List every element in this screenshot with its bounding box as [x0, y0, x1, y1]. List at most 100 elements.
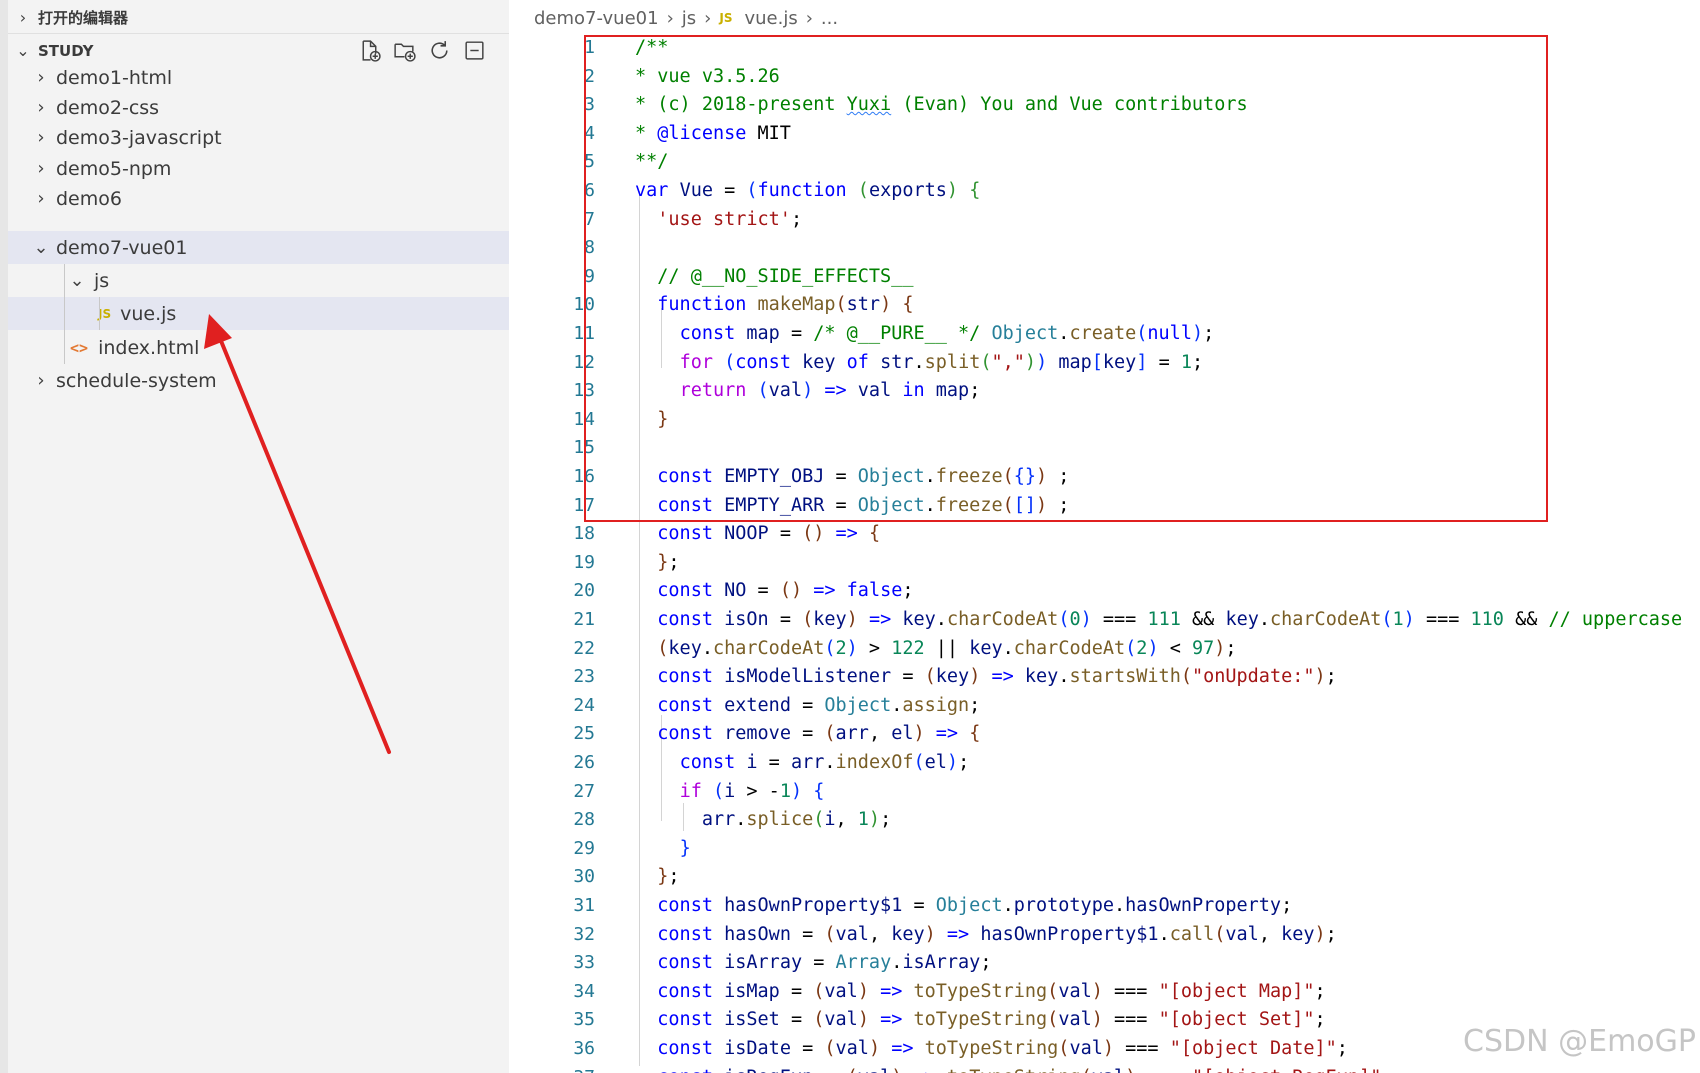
code-line: (key.charCodeAt(2) > 122 || key.charCode…	[657, 637, 1237, 659]
code-line: arr.splice(i, 1);	[701, 809, 892, 831]
line-number: 33	[573, 952, 595, 974]
code-line: return (val) => val in map;	[679, 380, 981, 402]
open-editors-section-header[interactable]: › 打开的编辑器	[8, 1, 509, 34]
chevron-down-icon: ⌄	[69, 270, 85, 291]
code-line: * @license MIT	[635, 122, 791, 144]
chevron-down-icon: ⌄	[33, 237, 49, 258]
line-number: 10	[573, 294, 595, 316]
js-file-icon: JS	[719, 11, 733, 25]
code-line: 'use strict';	[657, 208, 803, 230]
line-number: 9	[584, 265, 595, 287]
chevron-right-icon: ›	[37, 67, 45, 88]
line-number: 3	[584, 94, 595, 116]
indent-guide	[99, 297, 100, 330]
line-number: 19	[573, 551, 595, 573]
tree-file-vue-js[interactable]: JS vue.js	[8, 297, 509, 330]
tree-item-label: demo1-html	[56, 66, 173, 89]
chevron-right-icon: ›	[37, 97, 45, 118]
code-line: **/	[635, 151, 669, 173]
breadcrumb-ellipsis[interactable]: ...	[821, 8, 838, 29]
line-number: 1	[584, 37, 595, 58]
code-line: };	[657, 866, 680, 888]
chevron-right-icon: ›	[19, 7, 27, 27]
code-line: const NOOP = () => {	[657, 523, 881, 545]
workspace-label: STUDY	[38, 41, 94, 60]
code-line: const isArray = Array.isArray;	[657, 952, 992, 974]
line-number: 35	[573, 1009, 595, 1031]
line-number: 36	[573, 1038, 595, 1059]
tree-folder-demo2-css[interactable]: › demo2-css	[8, 91, 509, 124]
code-editor[interactable]: 1 2 3 4 5 6 7 8 9 10 11 12 13 14 15 16 17 18 19 20 21 22 23 24 2…	[509, 34, 1700, 1073]
tree-folder-demo5-npm[interactable]: › demo5-npm	[8, 152, 509, 185]
watermark: CSDN @EmoGP	[1463, 1024, 1696, 1059]
line-number: 20	[573, 580, 595, 602]
line-number: 11	[573, 323, 595, 344]
new-file-icon[interactable]	[357, 38, 382, 63]
code-line: }	[657, 408, 669, 430]
code-line: const extend = Object.assign;	[657, 694, 981, 716]
code-line: const remove = (arr, el) => {	[657, 723, 981, 745]
line-number: 7	[584, 208, 595, 230]
line-number: 32	[573, 923, 595, 945]
tree-folder-demo1-html[interactable]: › demo1-html	[8, 61, 509, 94]
line-number: 37	[509, 1064, 595, 1073]
breadcrumb-root[interactable]: demo7-vue01	[534, 8, 659, 29]
tree-folder-js[interactable]: ⌄ js	[8, 264, 509, 297]
line-number: 29	[573, 837, 595, 859]
explorer-sidebar: › 打开的编辑器 ⌄ STUDY › demo1-html › demo2-cs…	[0, 0, 509, 1073]
chevron-right-icon: ›	[37, 127, 45, 148]
line-number: 12	[573, 351, 595, 373]
line-number: 13	[573, 380, 595, 402]
line-number: 21	[573, 609, 595, 630]
collapse-all-icon[interactable]	[462, 38, 487, 63]
line-number: 18	[573, 523, 595, 545]
code-line: }	[679, 837, 691, 859]
line-number: 15	[573, 437, 595, 459]
line-number: 16	[573, 466, 595, 487]
line-number: 25	[573, 723, 595, 745]
line-number: 31	[573, 895, 595, 916]
code-line: // @__NO_SIDE_EFFECTS__	[657, 265, 914, 287]
html-file-icon: <>	[70, 338, 89, 357]
line-number: 23	[573, 666, 595, 688]
line-number: 26	[573, 752, 595, 773]
new-folder-icon[interactable]	[392, 38, 417, 63]
code-line: const EMPTY_OBJ = Object.freeze({}) ;	[657, 466, 1070, 487]
code-line: function makeMap(str) {	[657, 294, 914, 316]
chevron-right-icon: ›	[666, 7, 674, 29]
code-line: for (const key of str.split(",")) map[ke…	[679, 351, 1204, 373]
breadcrumb-folder[interactable]: js	[682, 8, 696, 29]
open-editors-label: 打开的编辑器	[38, 8, 129, 27]
code-line: const hasOwnProperty$1 = Object.prototyp…	[657, 895, 1293, 916]
line-number: 2	[584, 65, 595, 87]
code-line: /**	[635, 37, 669, 58]
tree-item-label: demo7-vue01	[56, 236, 188, 259]
line-number: 14	[573, 408, 595, 430]
code-line: const isRegExp = (val) => toTypeString(v…	[635, 1064, 1392, 1073]
tree-item-label: demo6	[56, 187, 122, 210]
line-number: 27	[573, 780, 595, 802]
code-line: const isSet = (val) => toTypeString(val)…	[657, 1009, 1326, 1031]
tree-folder-schedule-system[interactable]: › schedule-system	[8, 364, 509, 397]
line-number: 17	[573, 494, 595, 516]
code-line: const isOn = (key) => key.charCodeAt(0) …	[657, 609, 1683, 630]
chevron-down-icon: ⌄	[16, 41, 30, 60]
line-number: 8	[584, 237, 595, 259]
tree-folder-demo3-javascript[interactable]: › demo3-javascript	[8, 121, 509, 154]
tree-folder-demo7-vue01[interactable]: ⌄ demo7-vue01	[8, 231, 509, 264]
tree-item-label: demo5-npm	[56, 157, 172, 180]
line-number: 28	[573, 809, 595, 831]
code-line: const isModelListener = (key) => key.sta…	[657, 666, 1337, 688]
line-number: 4	[584, 122, 595, 144]
tree-folder-demo6[interactable]: › demo6	[8, 182, 509, 215]
chevron-right-icon: ›	[37, 188, 45, 209]
breadcrumb: demo7-vue01 › js › JS vue.js › ...	[534, 4, 838, 32]
refresh-icon[interactable]	[427, 38, 452, 63]
tree-file-index-html[interactable]: <> index.html	[8, 331, 509, 364]
line-number: 34	[573, 980, 595, 1002]
line-number: 30	[573, 866, 595, 888]
code-line: };	[657, 551, 680, 573]
breadcrumb-file[interactable]: vue.js	[744, 8, 797, 29]
code-line: const i = arr.indexOf(el);	[679, 752, 970, 773]
activity-edge	[0, 0, 8, 1073]
